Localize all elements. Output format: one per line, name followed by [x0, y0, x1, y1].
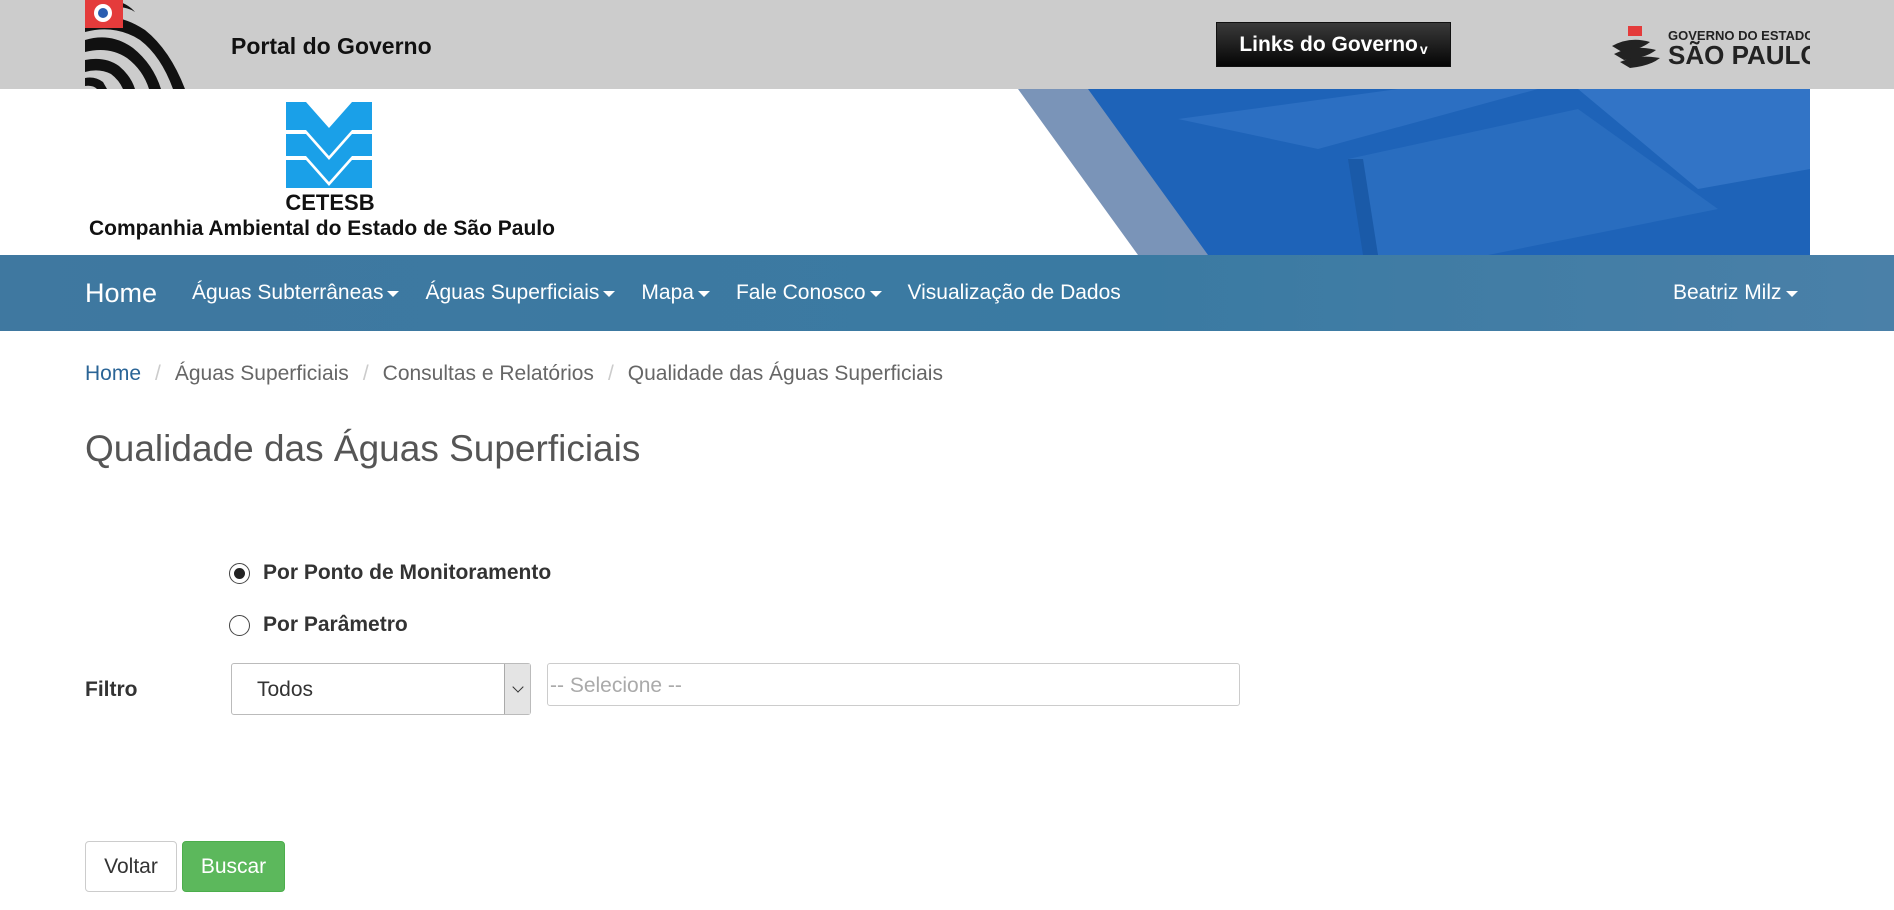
breadcrumb-aguas-superficiais: Águas Superficiais	[174, 362, 349, 385]
svg-text:SÃO PAULO: SÃO PAULO	[1668, 40, 1810, 70]
cetesb-logo-icon[interactable]	[284, 100, 374, 190]
caret-down-icon	[869, 291, 882, 297]
radio-por-ponto-de-monitoramento[interactable]: Por Ponto de Monitoramento	[229, 561, 551, 585]
filtro-label: Filtro	[85, 678, 138, 701]
nav-menu: Águas Subterrâneas Águas Superficiais Ma…	[192, 255, 1147, 331]
radio-por-parametro[interactable]: Por Parâmetro	[229, 613, 408, 637]
caret-down-icon	[1785, 291, 1798, 297]
portal-do-governo-link[interactable]: Portal do Governo	[231, 33, 432, 60]
user-menu[interactable]: Beatriz Milz	[1673, 255, 1798, 331]
main-navbar: Home Águas Subterrâneas Águas Superficia…	[0, 255, 1894, 331]
radio-checked-icon[interactable]	[229, 562, 250, 584]
government-top-bar: Portal do Governo Links do Governo v GOVE…	[0, 0, 1894, 89]
nav-home[interactable]: Home	[85, 278, 157, 309]
breadcrumb: Home / Águas Superficiais / Consultas e …	[85, 362, 943, 386]
filtro-select-value: Todos	[257, 678, 314, 701]
page-title: Qualidade das Águas Superficiais	[85, 428, 641, 469]
links-do-governo-label: Links do Governo	[1239, 32, 1418, 56]
nav-item-aguas-subterraneas[interactable]: Águas Subterrâneas	[192, 281, 400, 305]
nav-item-aguas-superficiais[interactable]: Águas Superficiais	[425, 281, 616, 305]
filtro-select[interactable]: Todos	[231, 663, 531, 715]
nav-item-fale-conosco[interactable]: Fale Conosco	[736, 281, 882, 305]
breadcrumb-current: Qualidade das Águas Superficiais	[627, 362, 943, 385]
links-do-governo-button[interactable]: Links do Governo v	[1216, 22, 1451, 67]
chevron-down-icon[interactable]	[504, 664, 530, 714]
nav-item-visualizacao-de-dados[interactable]: Visualização de Dados	[908, 281, 1121, 305]
user-name: Beatriz Milz	[1673, 281, 1782, 304]
sao-paulo-flag-icon[interactable]	[85, 0, 200, 89]
cetesb-full-name: Companhia Ambiental do Estado de São Pau…	[89, 217, 555, 240]
governo-sao-paulo-logo: GOVERNO DO ESTADO SÃO PAULO	[1612, 26, 1810, 70]
nav-item-mapa[interactable]: Mapa	[641, 281, 710, 305]
radio-unchecked-icon[interactable]	[229, 614, 250, 636]
nav-item-label: Águas Subterrâneas	[192, 281, 384, 304]
nav-item-label: Fale Conosco	[735, 281, 866, 304]
buscar-button[interactable]: Buscar	[182, 841, 285, 892]
cetesb-name: CETESB	[285, 190, 375, 215]
selecione-dropdown[interactable]: -- Selecione --	[547, 663, 1240, 706]
caret-down-icon	[387, 291, 400, 297]
breadcrumb-home[interactable]: Home	[85, 362, 141, 386]
caret-down-icon	[603, 291, 616, 297]
radio-label: Por Ponto de Monitoramento	[263, 561, 552, 584]
voltar-button[interactable]: Voltar	[85, 841, 177, 892]
breadcrumb-separator: /	[362, 362, 369, 385]
nav-item-label: Visualização de Dados	[907, 281, 1121, 304]
caret-down-icon	[697, 291, 710, 297]
radio-label: Por Parâmetro	[263, 613, 408, 636]
breadcrumb-separator: /	[155, 362, 161, 385]
selecione-placeholder: -- Selecione --	[550, 674, 682, 697]
nav-item-label: Águas Superficiais	[425, 281, 600, 304]
nav-item-label: Mapa	[641, 281, 694, 304]
breadcrumb-consultas: Consultas e Relatórios	[382, 362, 594, 385]
chevron-down-icon: v	[1419, 40, 1428, 57]
breadcrumb-separator: /	[607, 362, 614, 385]
banner-decoration	[1018, 89, 1810, 255]
